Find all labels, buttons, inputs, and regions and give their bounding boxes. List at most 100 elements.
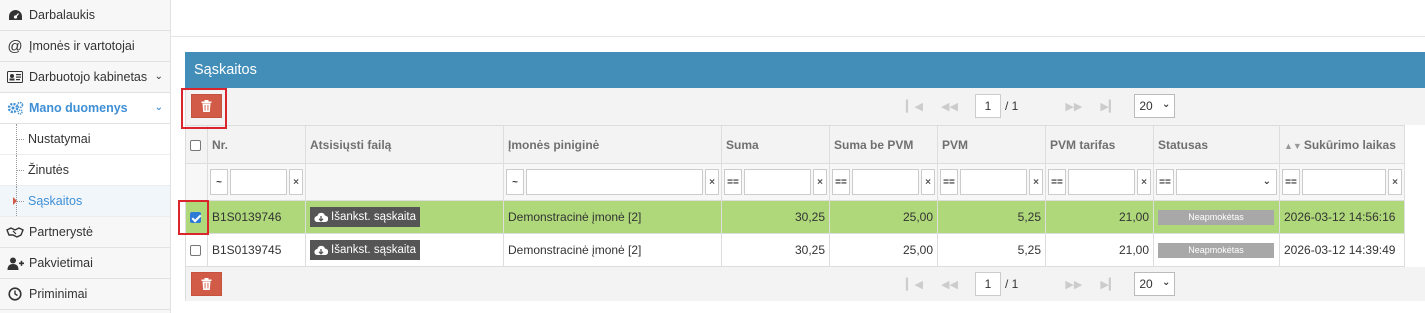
filter-op[interactable]: ~ [210,169,228,195]
filter-op[interactable]: == [1048,169,1066,195]
filter-op[interactable]: == [724,169,742,195]
nav-label: Mano duomenys [29,101,128,115]
next-page-icon[interactable]: ▶▶ [1056,278,1091,291]
nav-imones-ir-vartotojai[interactable]: @ Įmonės ir vartotojai [0,31,170,62]
nav-label: Darbalaukis [29,8,96,22]
col-pvm[interactable]: PVM [937,125,1046,164]
first-page-icon[interactable]: ▎◀ [897,278,932,291]
clock-icon [6,286,24,302]
filter-created-input[interactable] [1302,169,1386,195]
first-page-icon[interactable]: ▎◀ [897,100,932,113]
last-page-icon[interactable]: ▶▎ [1091,278,1126,291]
filter-op[interactable]: == [832,169,850,195]
page-size-value: 20 [1139,99,1153,113]
col-pvm-tarifas[interactable]: PVM tarifas [1045,125,1154,164]
chevron-down-icon: ⌄ [154,71,163,82]
chevron-down-icon: ⌄ [1262,176,1271,187]
last-page-icon[interactable]: ▶▎ [1091,100,1126,113]
select-all-checkbox[interactable] [190,139,201,151]
col-created[interactable]: ▲▼ Sukūrimo laikas [1279,125,1405,164]
row-checkbox[interactable] [190,245,201,257]
col-wallet[interactable]: Įmonės piniginė [503,125,722,164]
cell-created: 2026-03-12 14:56:16 [1279,200,1405,234]
filter-clear[interactable]: × [1029,169,1043,195]
top-band [171,0,1425,37]
nav-priminimai[interactable]: Priminimai [0,279,170,310]
select-all-header [185,125,208,164]
cell-tarifas: 21,00 [1045,233,1154,267]
nav-sub-zinutes[interactable]: Žinutės [0,155,170,186]
filter-tarifas-input[interactable] [1068,169,1135,195]
filter-nr-input[interactable] [230,169,287,195]
filter-created: == × [1279,163,1405,201]
filter-suma-be-pvm-input[interactable] [852,169,919,195]
nav-sub-saskaitos[interactable]: Sąskaitos [0,186,170,217]
nav-partneryste[interactable]: Partnerystė [0,217,170,248]
col-statusas[interactable]: Statusas [1153,125,1280,164]
nav-sub-label: Sąskaitos [28,194,83,208]
filter-suma-input[interactable] [744,169,811,195]
filter-clear[interactable]: × [705,169,719,195]
sidebar: Darbalaukis @ Įmonės ir vartotojai Darbu… [0,0,171,313]
bottom-toolbar: ▎◀ ◀◀ 1 / 1 ▶▶ ▶▎ 20 ⌄ [185,267,1425,301]
filter-op[interactable]: == [940,169,958,195]
nav-mano-duomenys[interactable]: Mano duomenys ⌄ [0,93,170,124]
filter-wallet-input[interactable] [526,169,703,195]
panel-header: Sąskaitos [185,52,1425,88]
id-card-icon [6,69,24,85]
col-file[interactable]: Atsisiųsti failą [305,125,504,164]
filter-clear[interactable]: × [1388,169,1402,195]
filter-clear[interactable]: × [813,169,827,195]
nav-label: Įmonės ir vartotojai [29,39,135,53]
filter-op[interactable]: ~ [506,169,524,195]
page-size-select[interactable]: 20 ⌄ [1134,272,1176,296]
col-nr[interactable]: Nr. [207,125,306,164]
cell-file: Išankst. sąskaita [305,233,504,267]
page-input[interactable]: 1 [975,94,1001,118]
delete-button-bottom[interactable] [191,272,222,296]
prev-page-icon[interactable]: ◀◀ [932,278,967,291]
nav-pakvietimai[interactable]: Pakvietimai [0,248,170,279]
filter-op[interactable]: == [1282,169,1300,195]
col-suma[interactable]: Suma [721,125,830,164]
nav-sub-label: Žinutės [28,163,69,177]
status-badge: Neapmokėtas [1158,210,1274,225]
page-input[interactable]: 1 [975,272,1001,296]
filter-empty [185,163,208,201]
gears-icon [6,100,24,116]
download-label: Išankst. sąskaita [331,244,417,256]
filter-status: == ⌄ [1153,163,1280,201]
download-button[interactable]: Išankst. sąskaita [310,207,421,227]
filter-clear[interactable]: × [289,169,303,195]
filter-pvm-input[interactable] [960,169,1027,195]
next-page-icon[interactable]: ▶▶ [1056,100,1091,113]
filter-status-select[interactable]: ⌄ [1176,169,1277,195]
filter-clear[interactable]: × [921,169,935,195]
prev-page-icon[interactable]: ◀◀ [932,100,967,113]
chevron-down-icon: ⌄ [1161,277,1171,288]
page-size-value: 20 [1139,277,1153,291]
table-row[interactable]: B1S0139745 Išankst. sąskaita Demonstraci… [185,233,1405,267]
download-button[interactable]: Išankst. sąskaita [310,240,421,260]
filter-empty [305,163,504,201]
row-select-cell [185,233,208,267]
top-toolbar: ▎◀ ◀◀ 1 / 1 ▶▶ ▶▎ 20 ⌄ [181,88,1425,129]
table-row[interactable]: B1S0139746 Išankst. sąskaita Demonstraci… [185,200,1405,234]
filter-clear[interactable]: × [1137,169,1151,195]
cell-nr: B1S0139745 [207,233,306,267]
at-icon: @ [7,37,23,55]
filter-suma-be-pvm: == × [829,163,938,201]
nav-darbuotojo-kabinetas[interactable]: Darbuotojo kabinetas ⌄ [0,62,170,93]
nav-sub-nustatymai[interactable]: Nustatymai [0,124,170,155]
col-suma-be-pvm[interactable]: Suma be PVM [829,125,938,164]
page-size-select[interactable]: 20 ⌄ [1134,94,1176,118]
filter-suma: == × [721,163,830,201]
cell-wallet: Demonstracinė įmonė [2] [503,200,722,234]
filter-op[interactable]: == [1156,169,1174,195]
page-total: / 1 [1005,277,1019,291]
cell-wallet: Demonstracinė įmonė [2] [503,233,722,267]
cell-status: Neapmokėtas [1153,233,1280,267]
filter-pvm: == × [937,163,1046,201]
nav-darbalaukis[interactable]: Darbalaukis [0,0,170,31]
col-created-label: Sukūrimo laikas [1303,137,1396,152]
